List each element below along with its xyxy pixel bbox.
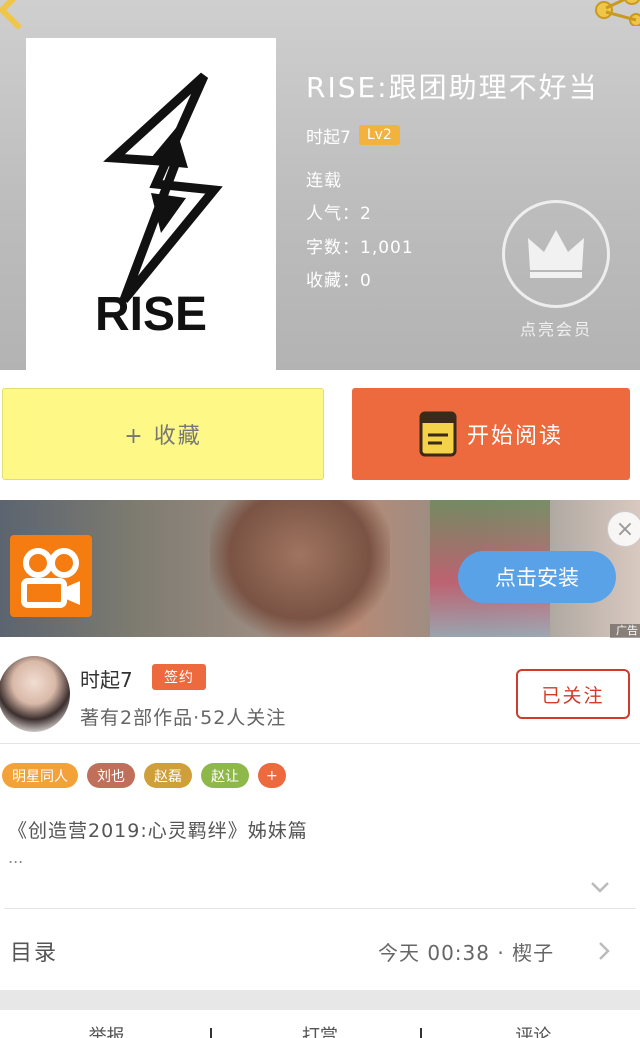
crown-icon — [528, 230, 584, 278]
author-stats: 著有2部作品·52人关注 — [80, 707, 287, 729]
vip-label: 点亮会员 — [519, 320, 592, 339]
chevron-right-icon[interactable] — [597, 940, 611, 962]
toc-latest-chapter[interactable]: 今天 00:38 · 楔子 — [378, 937, 554, 966]
book-description: 《创造营2019:心灵羁绊》姊妹篇 — [8, 820, 308, 842]
book-icon — [419, 411, 457, 457]
follow-button[interactable]: 已关注 — [516, 669, 630, 719]
chevron-down-icon[interactable] — [590, 880, 610, 894]
rise-logo-icon: RISE — [95, 72, 223, 341]
ad-tag: 广告 — [610, 624, 640, 638]
section-separator — [0, 990, 640, 1010]
tag-list: 明星同人 刘也 赵磊 赵让 + — [2, 763, 286, 788]
book-header: RISE RISE:跟团助理不好当 时起7 Lv2 连载 人气：2 字数：1,0… — [0, 0, 640, 370]
divider — [4, 908, 636, 909]
ad-close-icon[interactable]: × — [607, 511, 640, 547]
tag-item[interactable]: 赵磊 — [144, 763, 192, 788]
author-level-badge: Lv2 — [358, 125, 400, 145]
book-word-count: 字数：1,001 — [306, 238, 414, 258]
author-avatar[interactable] — [0, 656, 70, 732]
nav-separator — [210, 1028, 212, 1038]
tag-item[interactable]: 赵让 — [201, 763, 249, 788]
ad-app-logo-icon[interactable] — [10, 535, 92, 617]
book-status: 连载 — [306, 171, 342, 191]
back-arrow-icon[interactable] — [0, 0, 28, 30]
book-title: RISE:跟团助理不好当 — [306, 71, 599, 104]
add-favorite-button[interactable]: + 收藏 — [2, 388, 324, 480]
book-author-name[interactable]: 时起7 — [306, 123, 351, 148]
nav-separator — [420, 1028, 422, 1038]
comment-button[interactable]: 评论 — [515, 1022, 551, 1038]
cover-title: RISE — [95, 288, 207, 341]
tip-button[interactable]: 打赏 — [302, 1022, 338, 1038]
signed-badge: 签约 — [152, 664, 206, 690]
share-icon[interactable] — [592, 0, 640, 26]
start-reading-label: 开始阅读 — [466, 424, 563, 449]
tag-item[interactable]: 刘也 — [87, 763, 135, 788]
add-favorite-label: + 收藏 — [124, 424, 202, 449]
start-reading-button[interactable]: 开始阅读 — [352, 388, 630, 480]
divider — [0, 743, 640, 744]
add-tag-button[interactable]: + — [258, 763, 286, 788]
ad-install-button[interactable]: 点击安装 — [458, 551, 616, 603]
book-author-row: 时起7 Lv2 — [306, 123, 400, 148]
tag-item[interactable]: 明星同人 — [2, 763, 78, 788]
book-popularity: 人气：2 — [306, 204, 372, 224]
author-name[interactable]: 时起7 — [80, 664, 133, 693]
book-detail-page: RISE RISE:跟团助理不好当 时起7 Lv2 连载 人气：2 字数：1,0… — [0, 0, 640, 1038]
book-favorites-count: 收藏：0 — [306, 271, 372, 291]
vip-badge[interactable]: 点亮会员 — [502, 200, 610, 342]
report-button[interactable]: 举报 — [89, 1022, 125, 1038]
bottom-nav: 举报 打赏 评论 — [0, 1022, 640, 1038]
description-ellipsis: ... — [8, 848, 24, 867]
book-cover[interactable]: RISE — [26, 38, 276, 370]
ad-image-object — [210, 500, 390, 637]
toc-label[interactable]: 目录 — [10, 935, 58, 967]
